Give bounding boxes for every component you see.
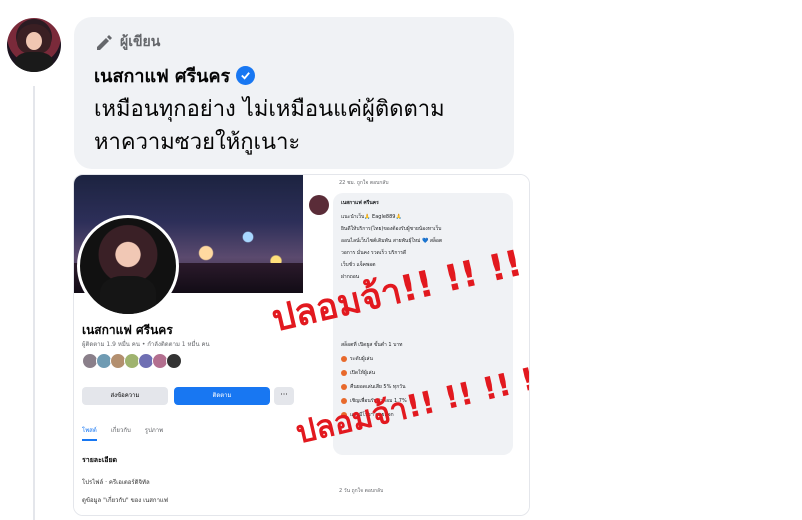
avatar-body [15, 52, 53, 72]
author-row: เนสกาแฟ ศรีนคร [94, 61, 256, 90]
bullet-icon [341, 370, 347, 376]
profile-screenshot: เนสกาแฟ ศรีนคร ผู้ติดตาม 1.9 หมื่น คน • … [74, 175, 303, 515]
details-line: ดูข้อมูล "เกี่ยวกับ" ของ เนสกาแฟ [82, 497, 169, 504]
profile-meta: ผู้ติดตาม 1.9 หมื่น คน • กำลังติดตาม 1 ห… [82, 341, 210, 348]
avatar[interactable] [7, 18, 61, 72]
friend-avatars [82, 353, 182, 369]
author-badge-label: ผู้เขียน [120, 34, 161, 50]
comment-text: เหมือนทุกอย่าง ไม่เหมือนแค่ผู้ติดตาม หาค… [94, 97, 445, 155]
tab-photos: รูปภาพ [144, 427, 164, 434]
post-list-item: เปิดให้ผู้เล่น [341, 369, 375, 377]
post-bottom-actions: 2 วัน ถูกใจ ตอบกลับ [339, 488, 384, 494]
post-avatar [309, 195, 329, 215]
profile-picture-dress [100, 276, 156, 314]
bullet-icon [341, 356, 347, 362]
details-title: รายละเอียด [82, 456, 118, 464]
post-sub-line: สล็อตที่ เปิดยูส ขั้นต่ำ 1 บาท [341, 342, 403, 348]
comment-bubble: ผู้เขียน เนสกาแฟ ศรีนคร เหมือนทุกอย่าง ไ… [74, 17, 514, 169]
friend-avatar [166, 353, 182, 369]
profile-name: เนสกาแฟ ศรีนคร [82, 323, 173, 337]
avatar-face [26, 32, 42, 50]
post-line: วอการ มั่นคง รวดเร็ว บริการดี [341, 250, 407, 256]
thread-line [33, 86, 35, 520]
post-time-actions: 22 ชม. ถูกใจ ตอบกลับ [339, 180, 389, 186]
post-author: เนสกาแฟ ศรีนคร [341, 200, 379, 206]
tab-posts: โพสต์ [82, 425, 97, 441]
post-line: ออนไลน์เว็บไซต์เดิมพัน สายพันธุ์ใหม่ 💙 ส… [341, 238, 443, 244]
pencil-icon [97, 35, 112, 50]
profile-tabs: โพสต์ เกี่ยวกับ รูปภาพ [82, 425, 163, 441]
post-line: แนะนำเว็บ🙏 Eagle889🙏 [341, 214, 402, 220]
follow-button: ติดตาม [174, 387, 270, 405]
message-button: ส่งข้อความ [82, 387, 168, 405]
post-screenshot: 22 ชม. ถูกใจ ตอบกลับ เนสกาแฟ ศรีนคร แนะน… [303, 175, 529, 515]
author-name[interactable]: เนสกาแฟ ศรีนคร [94, 61, 230, 90]
details-line: โปรไฟล์ · ครีเอเตอร์ดิจิทัล [82, 479, 150, 486]
profile-picture [77, 215, 179, 317]
post-list-item: ระดับผู้เล่น [341, 355, 373, 363]
more-button: ··· [274, 387, 294, 405]
verified-badge-icon [236, 66, 256, 85]
author-badge: ผู้เขียน [94, 31, 160, 53]
comment-image-attachment[interactable]: เนสกาแฟ ศรีนคร ผู้ติดตาม 1.9 หมื่น คน • … [73, 174, 530, 516]
tab-about: เกี่ยวกับ [110, 427, 131, 434]
bullet-icon [341, 384, 347, 390]
post-line: ยินดีให้บริการ(ไทย)ของต้องรับผู้ชายน้องห… [341, 226, 442, 232]
